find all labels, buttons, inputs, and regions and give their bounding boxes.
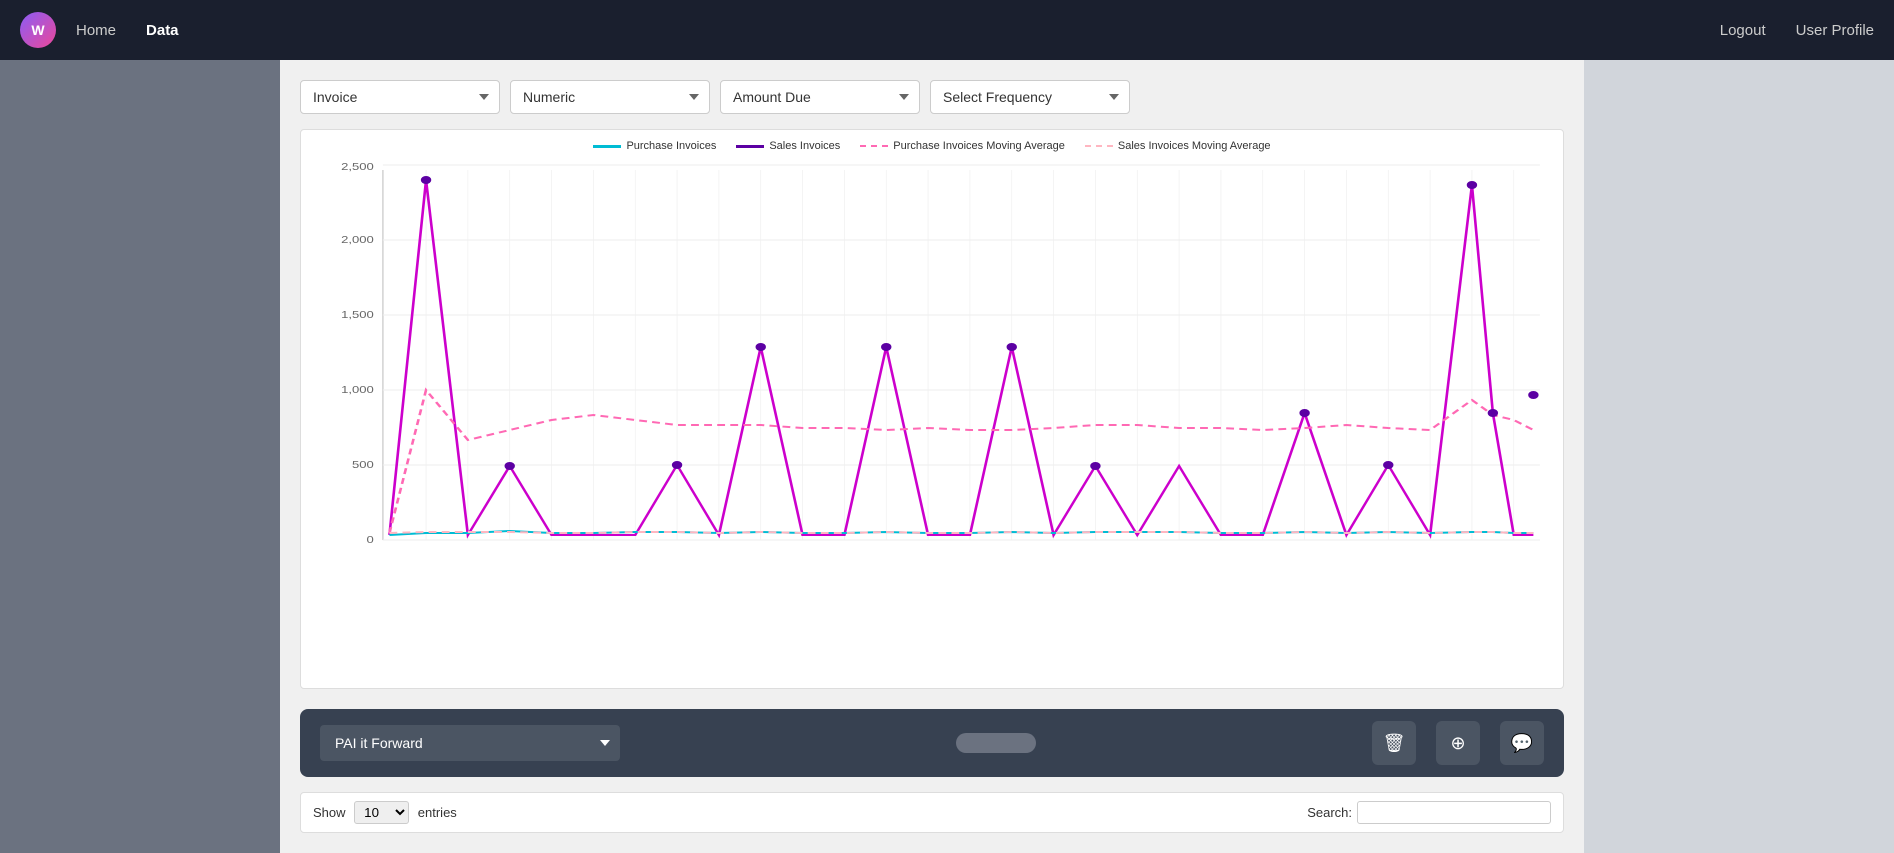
legend-purchase-ma: Purchase Invoices Moving Average — [860, 140, 1065, 152]
purchase-invoices-label: Purchase Invoices — [626, 140, 716, 152]
show-entries-left: Show 10 25 50 100 entries — [313, 801, 457, 824]
legend-purchase-invoices: Purchase Invoices — [593, 140, 716, 152]
purchase-ma-label: Purchase Invoices Moving Average — [893, 140, 1065, 152]
svg-text:1,500: 1,500 — [341, 309, 374, 320]
sales-invoices-line — [389, 180, 1533, 535]
bottom-toolbar: PAI it Forward Company A Company B 🗑 ⊕ 💬 — [300, 709, 1564, 777]
data-point — [1467, 181, 1477, 189]
entries-label: entries — [418, 805, 457, 820]
data-point — [1383, 461, 1393, 469]
field-dropdown[interactable]: Amount Due Amount Paid Balance — [720, 80, 920, 114]
user-profile-link[interactable]: User Profile — [1796, 22, 1874, 39]
metric-dropdown[interactable]: Numeric Percentage — [510, 80, 710, 114]
type-dropdown[interactable]: Invoice Bill Payment — [300, 80, 500, 114]
svg-text:1,000: 1,000 — [341, 384, 374, 395]
search-input[interactable] — [1357, 801, 1551, 824]
svg-text:0: 0 — [366, 534, 374, 545]
sidebar-left — [0, 60, 280, 853]
data-point — [421, 176, 431, 184]
sales-invoices-label: Sales Invoices — [769, 140, 840, 152]
nav-data[interactable]: Data — [146, 22, 179, 39]
chart-container: Purchase Invoices Sales Invoices Purchas… — [300, 129, 1564, 689]
nav-menu: Home Data — [76, 22, 179, 39]
data-point — [1299, 409, 1309, 417]
data-point — [881, 343, 891, 351]
legend-sales-ma: Sales Invoices Moving Average — [1085, 140, 1271, 152]
brand-logo[interactable]: W — [20, 12, 56, 48]
data-point — [1488, 409, 1498, 417]
data-point — [672, 461, 682, 469]
chat-button[interactable]: 💬 — [1500, 721, 1544, 765]
company-dropdown[interactable]: PAI it Forward Company A Company B — [320, 725, 620, 761]
search-group: Search: — [1307, 801, 1551, 824]
data-point — [1007, 343, 1017, 351]
frequency-dropdown[interactable]: Select Frequency Daily Weekly Monthly — [930, 80, 1130, 114]
sales-ma-legend-line — [1085, 145, 1113, 148]
table-controls-row: Show 10 25 50 100 entries Search: — [300, 792, 1564, 833]
move-button[interactable]: ⊕ — [1436, 721, 1480, 765]
delete-button[interactable]: 🗑 — [1372, 721, 1416, 765]
svg-text:2,000: 2,000 — [341, 234, 374, 245]
svg-text:500: 500 — [352, 459, 374, 470]
nav-home[interactable]: Home — [76, 22, 116, 39]
legend-sales-invoices: Sales Invoices — [736, 140, 840, 152]
sidebar-right — [1584, 60, 1894, 853]
data-point — [1090, 462, 1100, 470]
entries-select[interactable]: 10 25 50 100 — [354, 801, 409, 824]
show-label: Show — [313, 805, 346, 820]
filters-row: Invoice Bill Payment Numeric Percentage … — [300, 80, 1564, 114]
sales-ma-label: Sales Invoices Moving Average — [1118, 140, 1271, 152]
search-label: Search: — [1307, 805, 1352, 820]
logout-link[interactable]: Logout — [1720, 22, 1766, 39]
data-point — [1528, 391, 1538, 399]
toolbar-indicator — [956, 733, 1036, 753]
sales-invoices-legend-line — [736, 145, 764, 148]
center-content: Invoice Bill Payment Numeric Percentage … — [280, 60, 1584, 853]
svg-text:2,500: 2,500 — [341, 161, 374, 172]
chart-svg: 0 500 1,000 1,500 2,000 2,500 — [311, 160, 1553, 590]
purchase-invoices-legend-line — [593, 145, 621, 148]
data-point — [504, 462, 514, 470]
navbar-right: Logout User Profile — [1720, 22, 1874, 39]
navbar: W Home Data Logout User Profile — [0, 0, 1894, 60]
data-point — [756, 343, 766, 351]
purchase-ma-legend-line — [860, 145, 888, 148]
main-content: Invoice Bill Payment Numeric Percentage … — [0, 60, 1894, 853]
chart-legend: Purchase Invoices Sales Invoices Purchas… — [311, 140, 1553, 152]
